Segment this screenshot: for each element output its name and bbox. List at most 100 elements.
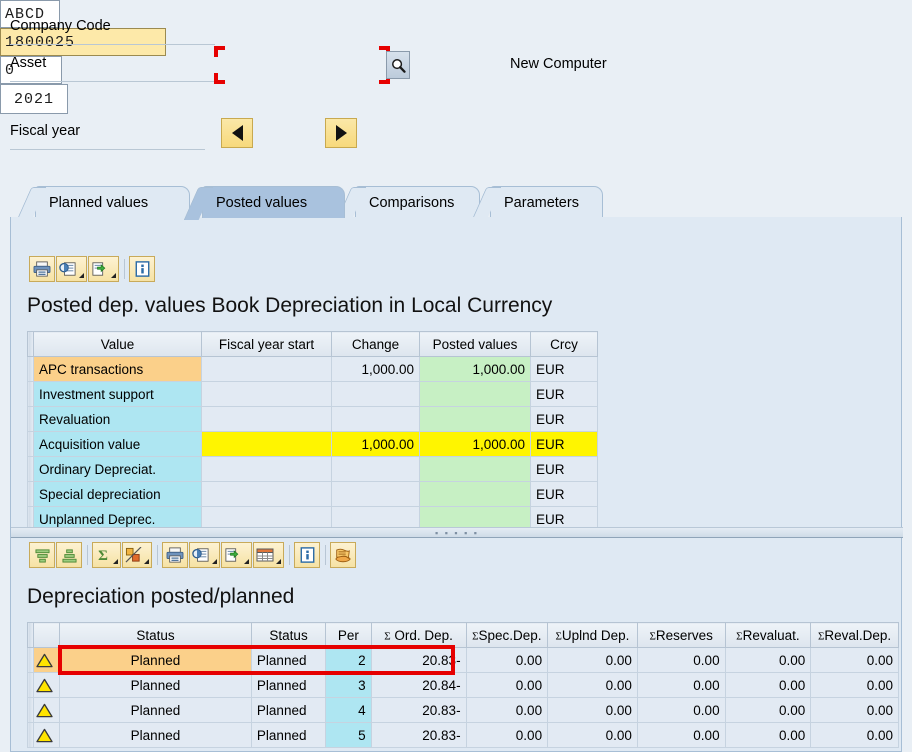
cell-reserves[interactable]: 0.00: [636, 647, 726, 673]
tab-comparisons[interactable]: Comparisons: [336, 186, 480, 220]
cell-uplnd-dep[interactable]: 0.00: [547, 697, 638, 723]
sort-descending-icon[interactable]: [56, 542, 82, 568]
cell-change[interactable]: [331, 506, 420, 527]
column-header-posted-values[interactable]: Posted values: [419, 331, 531, 357]
column-header-per[interactable]: Per: [325, 622, 372, 648]
cell-status-1[interactable]: Planned: [58, 697, 252, 723]
cell-change[interactable]: [331, 406, 420, 432]
cell-reserves[interactable]: 0.00: [636, 697, 726, 723]
cell-fiscal-year-start[interactable]: [201, 356, 332, 382]
column-header-reval-dep[interactable]: ΣReval.Dep.: [810, 622, 899, 648]
cell-value[interactable]: Ordinary Depreciat.: [33, 456, 202, 482]
column-header-crcy[interactable]: Crcy: [530, 331, 598, 357]
cell-reval-dep[interactable]: 0.00: [810, 722, 899, 748]
fiscal-year-previous-button[interactable]: [221, 118, 253, 148]
cell-per[interactable]: 2: [325, 647, 372, 673]
cell-fiscal-year-start[interactable]: [201, 506, 332, 527]
cell-ord-dep[interactable]: 20.83-: [370, 647, 467, 673]
cell-spec-dep[interactable]: 0.00: [465, 647, 549, 673]
cell-spec-dep[interactable]: 0.00: [465, 697, 549, 723]
tab-planned-values[interactable]: Planned values: [16, 186, 190, 220]
cell-reserves[interactable]: 0.00: [636, 672, 726, 698]
cell-posted-values[interactable]: [419, 456, 531, 482]
table-row[interactable]: Planned Planned 5 20.83- 0.00 0.00 0.00 0.00 0.0…: [27, 722, 899, 748]
cell-status-2[interactable]: Planned: [250, 672, 327, 698]
cell-change[interactable]: [331, 381, 420, 407]
cell-status-2[interactable]: Planned: [250, 647, 327, 673]
history-icon[interactable]: [330, 542, 356, 568]
cell-crcy[interactable]: EUR: [530, 431, 598, 457]
info-icon[interactable]: [294, 542, 320, 568]
cell-ord-dep[interactable]: 20.83-: [370, 697, 467, 723]
cell-spec-dep[interactable]: 0.00: [465, 672, 549, 698]
cell-status-2[interactable]: Planned: [250, 722, 327, 748]
fiscal-year-input[interactable]: 2021: [0, 84, 68, 114]
cell-status-2[interactable]: Planned: [250, 697, 327, 723]
column-header-status-1[interactable]: Status: [58, 622, 252, 648]
cell-value[interactable]: Acquisition value: [33, 431, 202, 457]
cell-change[interactable]: [331, 456, 420, 482]
export-icon[interactable]: [221, 542, 252, 568]
cell-revaluat[interactable]: 0.00: [724, 672, 812, 698]
sort-ascending-icon[interactable]: [29, 542, 55, 568]
horizontal-splitter[interactable]: ▪ ▪ ▪ ▪ ▪: [11, 527, 903, 538]
cell-crcy[interactable]: EUR: [530, 381, 598, 407]
tab-posted-values[interactable]: Posted values: [183, 186, 345, 220]
table-row[interactable]: Investment support EUR: [27, 381, 598, 407]
column-header-change[interactable]: Change: [331, 331, 420, 357]
cell-reval-dep[interactable]: 0.00: [810, 697, 899, 723]
cell-crcy[interactable]: EUR: [530, 406, 598, 432]
cell-crcy[interactable]: EUR: [530, 506, 598, 527]
cell-value[interactable]: Investment support: [33, 381, 202, 407]
cell-value[interactable]: Special depreciation: [33, 481, 202, 507]
cell-crcy[interactable]: EUR: [530, 481, 598, 507]
cell-fiscal-year-start[interactable]: [201, 456, 332, 482]
cell-reserves[interactable]: 0.00: [636, 722, 726, 748]
cell-per[interactable]: 5: [325, 722, 372, 748]
cell-status-1[interactable]: Planned: [58, 647, 252, 673]
tab-parameters[interactable]: Parameters: [471, 186, 603, 220]
cell-posted-values[interactable]: [419, 406, 531, 432]
subtotal-icon[interactable]: [122, 542, 152, 568]
cell-spec-dep[interactable]: 0.00: [465, 722, 549, 748]
cell-value[interactable]: Revaluation: [33, 406, 202, 432]
cell-value[interactable]: APC transactions: [33, 356, 202, 382]
cell-change[interactable]: 1,000.00: [331, 356, 420, 382]
table-row[interactable]: Unplanned Deprec. EUR: [27, 506, 598, 527]
table-row[interactable]: Ordinary Depreciat. EUR: [27, 456, 598, 482]
column-header-fiscal-year-start[interactable]: Fiscal year start: [201, 331, 332, 357]
cell-revaluat[interactable]: 0.00: [724, 647, 812, 673]
export-icon[interactable]: [88, 256, 119, 282]
cell-ord-dep[interactable]: 20.83-: [370, 722, 467, 748]
table-row[interactable]: Special depreciation EUR: [27, 481, 598, 507]
cell-reval-dep[interactable]: 0.00: [810, 672, 899, 698]
column-header-spec-dep[interactable]: ΣSpec.Dep.: [465, 622, 549, 648]
cell-posted-values[interactable]: 1,000.00: [419, 431, 531, 457]
column-header-status-2[interactable]: Status: [250, 622, 327, 648]
table-row[interactable]: Planned Planned 2 20.83- 0.00 0.00 0.00 0.00 0.0…: [27, 647, 899, 673]
print-preview-icon[interactable]: [56, 256, 87, 282]
cell-fiscal-year-start[interactable]: [201, 381, 332, 407]
column-header-value[interactable]: Value: [33, 331, 202, 357]
cell-uplnd-dep[interactable]: 0.00: [547, 722, 638, 748]
cell-fiscal-year-start[interactable]: [201, 481, 332, 507]
cell-reval-dep[interactable]: 0.00: [810, 647, 899, 673]
cell-per[interactable]: 3: [325, 672, 372, 698]
cell-status-1[interactable]: Planned: [58, 672, 252, 698]
table-row[interactable]: Planned Planned 3 20.84- 0.00 0.00 0.00 0.00 0.0…: [27, 672, 899, 698]
table-row[interactable]: Revaluation EUR: [27, 406, 598, 432]
cell-posted-values[interactable]: [419, 381, 531, 407]
column-header-ord-dep[interactable]: Σ Ord. Dep.: [370, 622, 467, 648]
cell-fiscal-year-start[interactable]: [201, 406, 332, 432]
cell-fiscal-year-start[interactable]: [201, 431, 332, 457]
print-preview-icon[interactable]: [189, 542, 220, 568]
print-icon[interactable]: [29, 256, 55, 282]
cell-per[interactable]: 4: [325, 697, 372, 723]
cell-crcy[interactable]: EUR: [530, 356, 598, 382]
layout-icon[interactable]: [253, 542, 284, 568]
table-row[interactable]: Planned Planned 4 20.83- 0.00 0.00 0.00 0.00 0.0…: [27, 697, 899, 723]
table-row[interactable]: Acquisition value 1,000.00 1,000.00 EUR: [27, 431, 598, 457]
sum-icon[interactable]: Σ: [92, 542, 121, 568]
info-icon[interactable]: [129, 256, 155, 282]
cell-posted-values[interactable]: 1,000.00: [419, 356, 531, 382]
